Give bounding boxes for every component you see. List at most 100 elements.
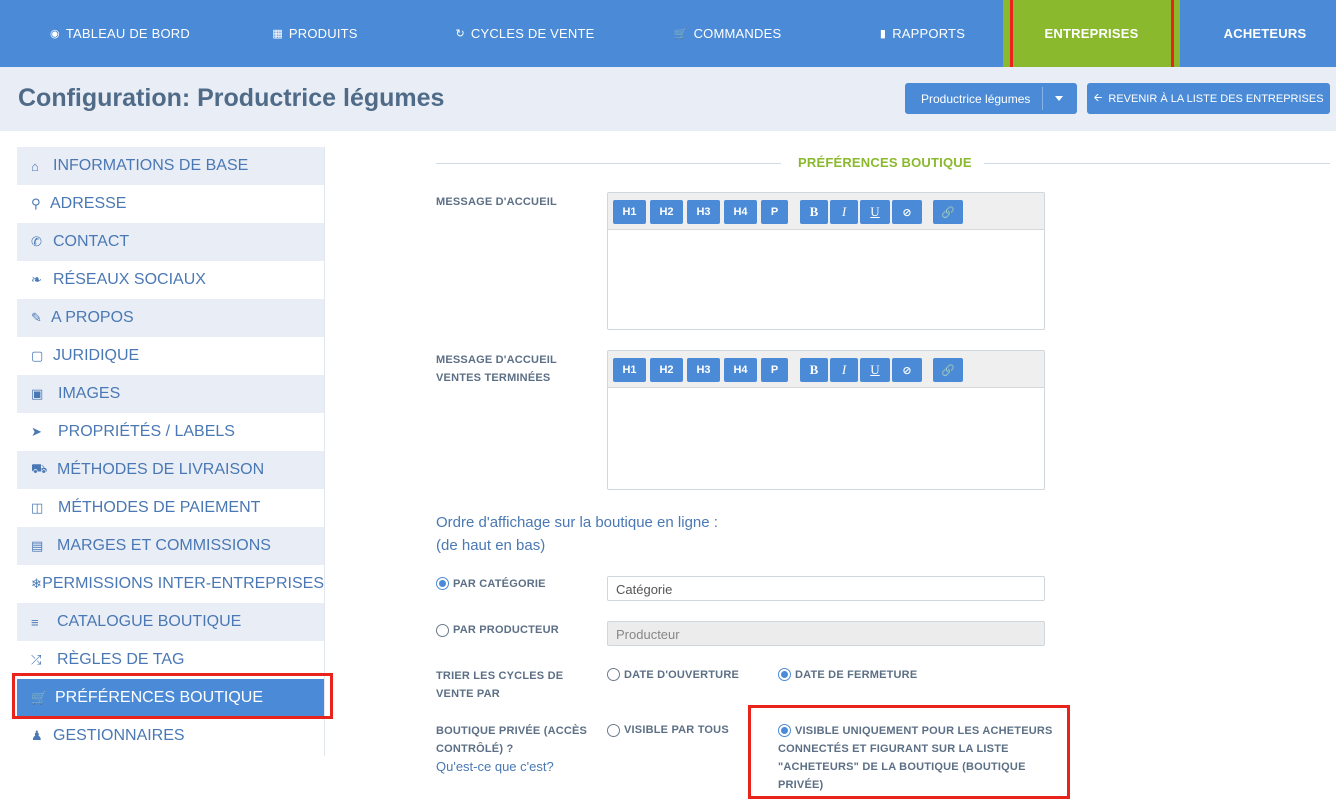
sidebar-item-label: CONTACT <box>53 233 130 250</box>
sort-close-date-radio[interactable] <box>778 668 791 681</box>
sidebar-item-managers[interactable]: ♟ GESTIONNAIRES <box>17 717 324 755</box>
dashboard-icon: ◉ <box>50 28 60 40</box>
sidebar-item-basic-info[interactable]: ⌂ INFORMATIONS DE BASE <box>17 147 324 185</box>
sidebar-item-label: MÉTHODES DE PAIEMENT <box>58 499 261 516</box>
image-icon: ▣ <box>31 386 44 401</box>
sort-open-date-radio[interactable] <box>607 668 620 681</box>
welcome-closed-editor: H1 H2 H3 H4 P B I U ⊘ 🔗 <box>607 350 1045 490</box>
tags-icon: ➤ <box>31 424 42 439</box>
welcome-closed-label: MESSAGE D'ACCUEIL VENTES TERMINÉES <box>436 354 557 384</box>
sidebar-item-label: MARGES ET COMMISSIONS <box>57 537 271 554</box>
company-select-label: Productrice légumes <box>921 91 1031 106</box>
paragraph-button[interactable]: P <box>761 358 788 382</box>
sidebar-item-permissions[interactable]: ❄ PERMISSIONS INTER-ENTREPRISES <box>17 565 324 603</box>
h4-button[interactable]: H4 <box>724 200 757 224</box>
display-order-title-line2: (de haut en bas) <box>436 537 546 554</box>
back-to-list-button[interactable]: 🡨 REVENIR À LA LISTE DES ENTREPRISES <box>1087 83 1330 114</box>
link-icon[interactable]: 🔗 <box>933 200 963 224</box>
cart-icon: 🛒 <box>673 28 688 40</box>
sidebar-item-contact[interactable]: ✆ CONTACT <box>17 223 324 261</box>
italic-button[interactable]: I <box>830 200 858 224</box>
sort-cycles-label: TRIER LES CYCLES DE VENTE PAR <box>436 670 564 700</box>
sidebar-item-catalog[interactable]: ≡ CATALOGUE BOUTIQUE <box>17 603 324 641</box>
nav-products[interactable]: ▦ PRODUITS <box>250 0 380 67</box>
nav-products-label: PRODUITS <box>288 26 358 41</box>
nav-reports[interactable]: ▮ RAPPORTS <box>860 0 985 67</box>
arrow-left-icon: 🡨 <box>1093 92 1103 104</box>
private-shop-label: BOUTIQUE PRIVÉE (ACCÈS CONTRÔLÉ) ? <box>436 725 588 755</box>
sidebar-item-legal[interactable]: ▢ JURIDIQUE <box>17 337 324 375</box>
twitter-icon: ❧ <box>31 272 42 287</box>
highlight-box-nav <box>1010 0 1174 71</box>
divider <box>436 163 781 164</box>
sidebar-item-label: RÈGLES DE TAG <box>57 651 185 668</box>
by-producer-label: PAR PRODUCTEUR <box>453 624 559 636</box>
underline-button[interactable]: U <box>860 358 890 382</box>
phone-icon: ✆ <box>31 234 42 249</box>
h4-button[interactable]: H4 <box>724 358 757 382</box>
company-select-button[interactable]: Productrice légumes <box>905 83 1077 114</box>
page-title: Configuration: Productrice légumes <box>18 84 445 112</box>
sidebar-item-label: RÉSEAUX SOCIAUX <box>53 271 206 288</box>
by-category-radio[interactable] <box>436 577 449 590</box>
briefcase-icon: ▢ <box>31 348 44 363</box>
random-icon: ⤮ <box>31 652 42 667</box>
paragraph-button[interactable]: P <box>761 200 788 224</box>
by-producer-radio[interactable] <box>436 624 449 637</box>
divider <box>1042 87 1043 110</box>
visible-all-radio[interactable] <box>607 724 620 737</box>
h3-button[interactable]: H3 <box>687 200 720 224</box>
clear-format-icon[interactable]: ⊘ <box>892 200 922 224</box>
category-input[interactable]: Catégorie <box>607 576 1045 601</box>
credit-card-icon: ▤ <box>31 538 44 553</box>
h1-button[interactable]: H1 <box>613 200 646 224</box>
nav-dashboard-label: TABLEAU DE BORD <box>65 26 190 41</box>
sidebar-item-label: A PROPOS <box>51 309 134 326</box>
section-title: PRÉFÉRENCES BOUTIQUE <box>798 155 972 170</box>
sidebar-item-label: GESTIONNAIRES <box>53 727 185 744</box>
sidebar-item-address[interactable]: ⚲ ADRESSE <box>17 185 324 223</box>
sidebar-item-label: JURIDIQUE <box>53 347 140 364</box>
sidebar-item-social[interactable]: ❧ RÉSEAUX SOCIAUX <box>17 261 324 299</box>
nav-orders[interactable]: 🛒 COMMANDES <box>660 0 795 67</box>
sidebar-item-margins[interactable]: ▤ MARGES ET COMMISSIONS <box>17 527 324 565</box>
nav-dashboard[interactable]: ◉ TABLEAU DE BORD <box>30 0 210 67</box>
nav-sales-cycles-label: CYCLES DE VENTE <box>470 26 595 41</box>
clear-format-icon[interactable]: ⊘ <box>892 358 922 382</box>
welcome-message-editor: H1 H2 H3 H4 P B I U ⊘ 🔗 <box>607 192 1045 330</box>
h2-button[interactable]: H2 <box>650 358 683 382</box>
h3-button[interactable]: H3 <box>687 358 720 382</box>
sort-close-date-label: DATE DE FERMETURE <box>795 669 918 681</box>
nav-sales-cycles[interactable]: ↻ CYCLES DE VENTE <box>440 0 610 67</box>
link-icon[interactable]: 🔗 <box>933 358 963 382</box>
refresh-icon: ↻ <box>455 28 465 40</box>
sidebar-item-payment[interactable]: ◫ MÉTHODES DE PAIEMENT <box>17 489 324 527</box>
pencil-icon: ✎ <box>31 310 42 325</box>
visible-all-label: VISIBLE PAR TOUS <box>624 724 729 736</box>
what-is-this-link[interactable]: Qu'est-ce que c'est? <box>436 759 554 774</box>
nav-buyers[interactable]: ACHETEURS <box>1200 0 1330 67</box>
bold-button[interactable]: B <box>800 358 828 382</box>
back-to-list-label: REVENIR À LA LISTE DES ENTREPRISES <box>1108 92 1324 105</box>
sidebar-item-images[interactable]: ▣ IMAGES <box>17 375 324 413</box>
bold-button[interactable]: B <box>800 200 828 224</box>
underline-button[interactable]: U <box>860 200 890 224</box>
nav-buyers-label: ACHETEURS <box>1223 26 1307 41</box>
welcome-message-label: MESSAGE D'ACCUEIL <box>436 196 557 208</box>
editor-toolbar: H1 H2 H3 H4 P B I U ⊘ 🔗 <box>608 351 1044 388</box>
producer-input: Producteur <box>607 621 1045 646</box>
welcome-closed-textarea[interactable] <box>608 388 1044 489</box>
h2-button[interactable]: H2 <box>650 200 683 224</box>
italic-button[interactable]: I <box>830 358 858 382</box>
sidebar-item-delivery[interactable]: ⛟ MÉTHODES DE LIVRAISON <box>17 451 324 489</box>
h1-button[interactable]: H1 <box>613 358 646 382</box>
sidebar-item-about[interactable]: ✎ A PROPOS <box>17 299 324 337</box>
editor-toolbar: H1 H2 H3 H4 P B I U ⊘ 🔗 <box>608 193 1044 230</box>
welcome-message-textarea[interactable] <box>608 230 1044 329</box>
sidebar-item-labels[interactable]: ➤ PROPRIÉTÉS / LABELS <box>17 413 324 451</box>
file-icon: ▮ <box>879 28 887 40</box>
list-icon: ≡ <box>31 614 39 630</box>
nav-orders-label: COMMANDES <box>693 26 782 41</box>
page-header: Configuration: Productrice légumes Produ… <box>0 67 1336 131</box>
display-order-title-line1: Ordre d'affichage sur la boutique en lig… <box>436 514 718 531</box>
